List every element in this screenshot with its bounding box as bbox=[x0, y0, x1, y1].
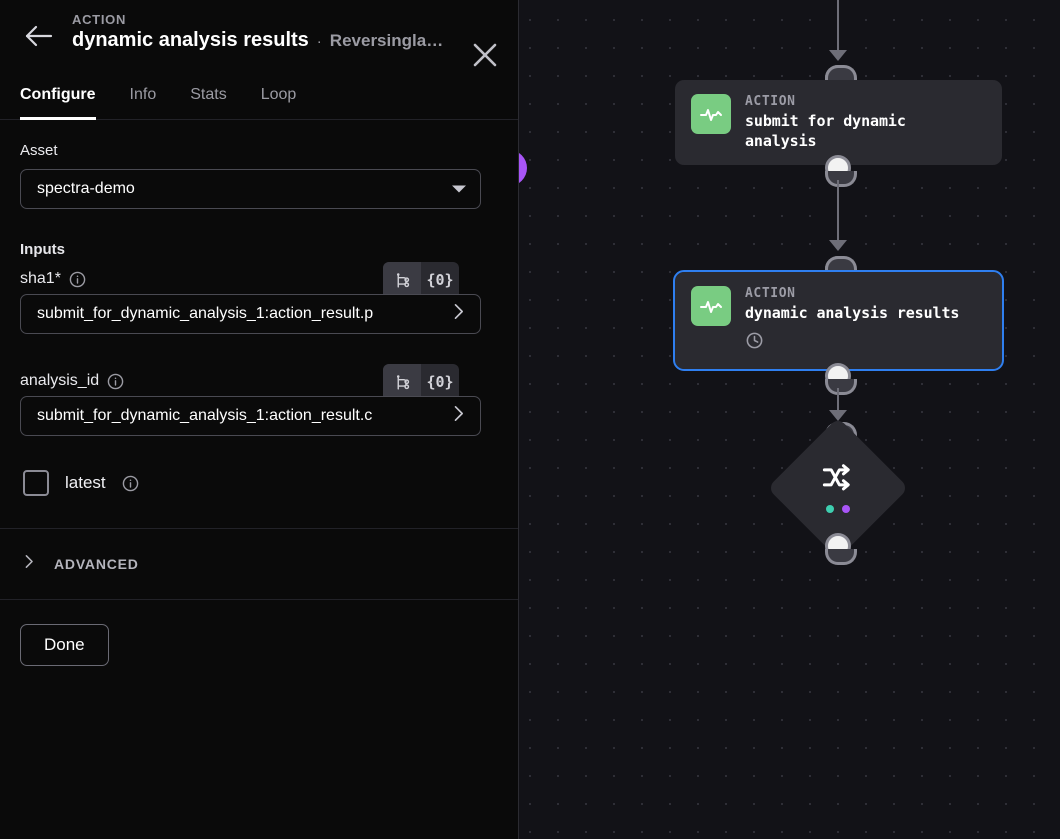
latest-checkbox-row: latest bbox=[23, 470, 498, 496]
asset-select-value: spectra-demo bbox=[37, 180, 135, 197]
input-group-sha1: sha1* {0} submit_for_dynamic_analysis_1:… bbox=[20, 262, 498, 334]
edge-top-arrow bbox=[829, 50, 847, 61]
workflow-node-dynamic-analysis-results[interactable]: ACTION dynamic analysis results bbox=[673, 270, 1004, 371]
branch-shuffle-icon bbox=[821, 463, 855, 498]
asset-label: Asset bbox=[20, 142, 58, 159]
node-title-label: submit for dynamic analysis bbox=[745, 112, 906, 150]
page-title: dynamic analysis results bbox=[72, 29, 309, 51]
chevron-right-icon[interactable] bbox=[448, 302, 468, 327]
braces-mode-button[interactable]: {0} bbox=[421, 262, 459, 298]
input-group-analysis-id: analysis_id {0} submit_for_dynamic_analy… bbox=[20, 364, 498, 436]
chevron-right-icon bbox=[20, 553, 37, 575]
branch-mode-button[interactable] bbox=[383, 262, 421, 298]
workflow-editor: ACTION submit for dynamic analysis ACTIO… bbox=[0, 0, 1060, 839]
analysis-id-input-value: submit_for_dynamic_analysis_1:action_res… bbox=[37, 407, 373, 424]
workflow-canvas[interactable]: ACTION submit for dynamic analysis ACTIO… bbox=[518, 0, 1060, 839]
tab-loop[interactable]: Loop bbox=[261, 80, 297, 120]
asset-select[interactable]: spectra-demo bbox=[20, 169, 481, 209]
analysis-id-input[interactable]: submit_for_dynamic_analysis_1:action_res… bbox=[20, 396, 481, 436]
node-kind-label: ACTION bbox=[745, 94, 796, 109]
branch-dot-purple bbox=[842, 505, 850, 513]
clock-icon bbox=[745, 331, 959, 355]
tab-info[interactable]: Info bbox=[130, 80, 157, 120]
workflow-node-submit-for-dynamic-analysis[interactable]: ACTION submit for dynamic analysis bbox=[675, 80, 1002, 165]
panel-header: ACTION dynamic analysis results · Revers… bbox=[0, 0, 518, 80]
edge-node1-node2-arrow bbox=[829, 240, 847, 251]
activity-pulse-icon bbox=[691, 94, 731, 134]
sha1-mode-toggle: {0} bbox=[383, 262, 459, 298]
edge-node1-node2 bbox=[837, 180, 839, 242]
inputs-heading: Inputs bbox=[20, 241, 65, 258]
node-body: ACTION submit for dynamic analysis bbox=[745, 94, 935, 151]
analysis-id-mode-toggle: {0} bbox=[383, 364, 459, 400]
decision-branch-dots bbox=[826, 505, 850, 513]
chevron-down-icon bbox=[452, 185, 466, 193]
offscreen-node-indicator[interactable] bbox=[518, 150, 527, 186]
decision-node-content bbox=[788, 438, 888, 538]
info-icon[interactable] bbox=[107, 373, 124, 390]
info-icon[interactable] bbox=[122, 475, 139, 492]
chevron-right-icon[interactable] bbox=[448, 404, 468, 429]
braces-mode-label: {0} bbox=[426, 373, 454, 391]
tab-stats[interactable]: Stats bbox=[190, 80, 226, 120]
latest-checkbox[interactable] bbox=[23, 470, 49, 496]
branch-mode-button[interactable] bbox=[383, 364, 421, 400]
braces-mode-button[interactable]: {0} bbox=[421, 364, 459, 400]
node-kind-label: ACTION bbox=[745, 286, 796, 301]
branch-dot-teal bbox=[826, 505, 834, 513]
edge-node2-decision-arrow bbox=[829, 410, 847, 421]
panel-kicker: ACTION bbox=[72, 12, 127, 27]
panel-footer: Done bbox=[0, 600, 518, 690]
configure-section: Asset spectra-demo Inputs sha1* {0} subm… bbox=[0, 120, 518, 496]
activity-pulse-icon bbox=[691, 286, 731, 326]
node-title-label: dynamic analysis results bbox=[745, 304, 960, 322]
done-button[interactable]: Done bbox=[20, 624, 109, 666]
node-body: ACTION dynamic analysis results bbox=[745, 286, 959, 355]
close-icon[interactable] bbox=[470, 40, 500, 75]
title-separator: · bbox=[316, 33, 322, 50]
back-arrow-icon[interactable] bbox=[24, 24, 54, 53]
info-icon[interactable] bbox=[69, 271, 86, 288]
sha1-input-value: submit_for_dynamic_analysis_1:action_res… bbox=[37, 305, 374, 322]
panel-title-block: ACTION dynamic analysis results · Revers… bbox=[72, 12, 498, 52]
decision-output-port[interactable] bbox=[825, 533, 857, 565]
panel-title-row: dynamic analysis results · Reversinglab… bbox=[72, 29, 477, 52]
latest-checkbox-label: latest bbox=[65, 473, 106, 492]
node1-output-port[interactable] bbox=[825, 155, 857, 187]
sha1-input[interactable]: submit_for_dynamic_analysis_1:action_res… bbox=[20, 294, 481, 334]
edge-top bbox=[837, 0, 839, 52]
advanced-label: ADVANCED bbox=[54, 556, 139, 572]
configuration-panel: ACTION dynamic analysis results · Revers… bbox=[0, 0, 519, 839]
braces-mode-label: {0} bbox=[426, 271, 454, 289]
panel-subtitle: Reversinglab… bbox=[329, 31, 450, 50]
panel-content: Asset spectra-demo Inputs sha1* {0} subm… bbox=[0, 120, 518, 839]
tab-configure[interactable]: Configure bbox=[20, 80, 96, 120]
panel-tabs: Configure Info Stats Loop bbox=[0, 80, 518, 120]
input-label-sha1: sha1* bbox=[20, 270, 61, 287]
node2-output-port[interactable] bbox=[825, 363, 857, 395]
advanced-section-toggle[interactable]: ADVANCED bbox=[0, 529, 518, 599]
input-label-analysis-id: analysis_id bbox=[20, 372, 100, 389]
